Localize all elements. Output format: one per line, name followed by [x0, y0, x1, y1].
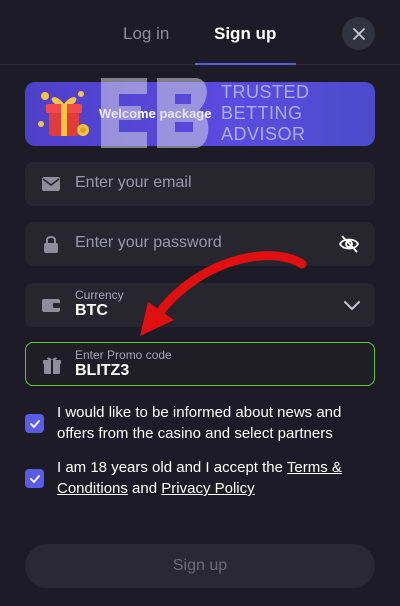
promo-value: BLITZ3 — [75, 362, 130, 379]
wallet-icon — [42, 299, 60, 312]
currency-label: Currency — [75, 288, 124, 302]
lock-icon — [44, 236, 58, 253]
privacy-link[interactable]: Privacy Policy — [161, 480, 254, 497]
password-field[interactable]: Enter your password — [25, 222, 375, 266]
close-button[interactable] — [342, 17, 375, 50]
age-consent-text: I am 18 years old and I accept the Terms… — [57, 457, 377, 499]
news-consent-checkbox[interactable] — [25, 414, 44, 433]
watermark-text: TRUSTED BETTING ADVISOR — [221, 82, 310, 145]
email-field[interactable]: Enter your email — [25, 162, 375, 206]
check-icon — [29, 419, 40, 428]
promo-gift-icon — [43, 357, 61, 374]
chevron-down-icon — [344, 301, 360, 311]
tab-login[interactable]: Log in — [123, 22, 169, 46]
check-icon — [29, 474, 40, 483]
auth-tabs: Log in Sign up — [0, 0, 400, 66]
gift-icon — [38, 91, 89, 136]
age-consent-checkbox[interactable] — [25, 469, 44, 488]
promo-code-field[interactable]: Enter Promo code BLITZ3 — [25, 342, 375, 386]
close-icon — [352, 27, 365, 40]
active-tab-indicator — [195, 63, 296, 65]
eye-off-icon[interactable] — [338, 233, 360, 255]
watermark-line-2: BETTING — [221, 103, 303, 123]
email-placeholder: Enter your email — [75, 174, 192, 191]
currency-value: BTC — [75, 302, 108, 319]
tab-signup[interactable]: Sign up — [214, 22, 276, 46]
age-consent-prefix: I am 18 years old and I accept the — [57, 459, 287, 476]
watermark-logo — [101, 78, 209, 148]
promo-label: Enter Promo code — [75, 348, 172, 362]
signup-submit-button[interactable]: Sign up — [25, 544, 375, 588]
age-consent-middle: and — [127, 480, 162, 497]
watermark-line-1: TRUSTED — [221, 82, 310, 102]
news-consent-text: I would like to be informed about news a… — [57, 404, 342, 442]
password-placeholder: Enter your password — [75, 234, 222, 251]
mail-icon — [42, 177, 60, 191]
watermark-line-3: ADVISOR — [221, 124, 306, 144]
currency-select[interactable]: Currency BTC — [25, 283, 375, 327]
